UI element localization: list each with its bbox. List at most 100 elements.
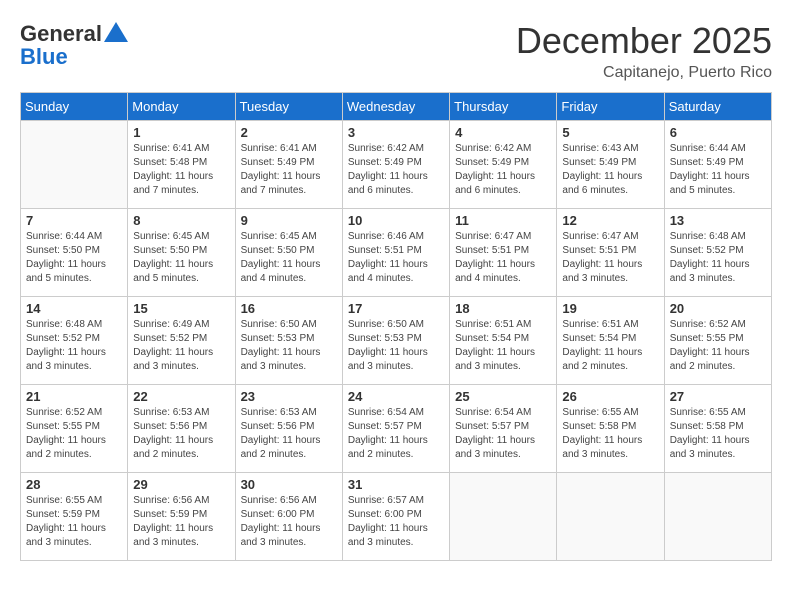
calendar-cell	[664, 473, 771, 561]
logo-text-blue: Blue	[20, 44, 130, 70]
calendar-cell: 8 Sunrise: 6:45 AMSunset: 5:50 PMDaylight…	[128, 209, 235, 297]
weekday-header-tuesday: Tuesday	[235, 93, 342, 121]
calendar-cell: 6 Sunrise: 6:44 AMSunset: 5:49 PMDaylight…	[664, 121, 771, 209]
calendar-cell: 15 Sunrise: 6:49 AMSunset: 5:52 PMDayligh…	[128, 297, 235, 385]
day-number: 20	[670, 301, 766, 316]
day-number: 15	[133, 301, 229, 316]
calendar-cell: 22Sunrise: 6:53 AMSunset: 5:56 PMDayligh…	[128, 385, 235, 473]
calendar-cell: 30Sunrise: 6:56 AMSunset: 6:00 PMDayligh…	[235, 473, 342, 561]
day-info: Sunrise: 6:48 AMSunset: 5:52 PMDaylight:…	[670, 230, 766, 286]
calendar-cell: 1 Sunrise: 6:41 AMSunset: 5:48 PMDaylight…	[128, 121, 235, 209]
calendar-week-3: 14 Sunrise: 6:48 AMSunset: 5:52 PMDayligh…	[21, 297, 772, 385]
day-number: 10	[348, 213, 444, 228]
calendar-cell: 5Sunrise: 6:43 AMSunset: 5:49 PMDaylight…	[557, 121, 664, 209]
day-info: Sunrise: 6:49 AMSunset: 5:52 PMDaylight:…	[133, 318, 229, 374]
day-number: 9	[241, 213, 337, 228]
day-number: 11	[455, 213, 551, 228]
day-number: 16	[241, 301, 337, 316]
calendar-cell: 21 Sunrise: 6:52 AMSunset: 5:55 PMDayligh…	[21, 385, 128, 473]
day-number: 12	[562, 213, 658, 228]
page-header: General Blue December 2025 Capitanejo, P…	[20, 20, 772, 82]
day-number: 18	[455, 301, 551, 316]
day-number: 4	[455, 125, 551, 140]
day-info: Sunrise: 6:52 AMSunset: 5:55 PMDaylight:…	[26, 406, 122, 462]
day-number: 21	[26, 389, 122, 404]
day-number: 5	[562, 125, 658, 140]
day-info: Sunrise: 6:52 AMSunset: 5:55 PMDaylight:…	[670, 318, 766, 374]
calendar-cell: 31Sunrise: 6:57 AMSunset: 6:00 PMDayligh…	[342, 473, 449, 561]
day-number: 30	[241, 477, 337, 492]
calendar-cell: 9Sunrise: 6:45 AMSunset: 5:50 PMDaylight…	[235, 209, 342, 297]
day-number: 17	[348, 301, 444, 316]
calendar-cell: 27 Sunrise: 6:55 AMSunset: 5:58 PMDayligh…	[664, 385, 771, 473]
title-area: December 2025 Capitanejo, Puerto Rico	[516, 20, 772, 82]
calendar-cell: 16 Sunrise: 6:50 AMSunset: 5:53 PMDayligh…	[235, 297, 342, 385]
calendar-cell: 20 Sunrise: 6:52 AMSunset: 5:55 PMDayligh…	[664, 297, 771, 385]
day-info: Sunrise: 6:55 AMSunset: 5:59 PMDaylight:…	[26, 494, 122, 550]
day-info: Sunrise: 6:50 AMSunset: 5:53 PMDaylight:…	[241, 318, 337, 374]
calendar-cell: 14 Sunrise: 6:48 AMSunset: 5:52 PMDayligh…	[21, 297, 128, 385]
calendar-cell: 3 Sunrise: 6:42 AMSunset: 5:49 PMDaylight…	[342, 121, 449, 209]
day-number: 29	[133, 477, 229, 492]
weekday-header-thursday: Thursday	[450, 93, 557, 121]
day-number: 27	[670, 389, 766, 404]
location-subtitle: Capitanejo, Puerto Rico	[516, 64, 772, 82]
day-info: Sunrise: 6:50 AMSunset: 5:53 PMDaylight:…	[348, 318, 444, 374]
day-info: Sunrise: 6:51 AMSunset: 5:54 PMDaylight:…	[562, 318, 658, 374]
day-info: Sunrise: 6:54 AMSunset: 5:57 PMDaylight:…	[455, 406, 551, 462]
day-info: Sunrise: 6:57 AMSunset: 6:00 PMDaylight:…	[348, 494, 444, 550]
calendar-cell: 23 Sunrise: 6:53 AMSunset: 5:56 PMDayligh…	[235, 385, 342, 473]
day-number: 7	[26, 213, 122, 228]
day-info: Sunrise: 6:42 AMSunset: 5:49 PMDaylight:…	[348, 142, 444, 198]
calendar-cell: 13 Sunrise: 6:48 AMSunset: 5:52 PMDayligh…	[664, 209, 771, 297]
day-number: 22	[133, 389, 229, 404]
logo: General Blue	[20, 20, 130, 70]
day-number: 6	[670, 125, 766, 140]
calendar-week-5: 28 Sunrise: 6:55 AMSunset: 5:59 PMDayligh…	[21, 473, 772, 561]
calendar-cell: 2 Sunrise: 6:41 AMSunset: 5:49 PMDaylight…	[235, 121, 342, 209]
calendar-cell: 29Sunrise: 6:56 AMSunset: 5:59 PMDayligh…	[128, 473, 235, 561]
calendar-cell	[450, 473, 557, 561]
day-number: 14	[26, 301, 122, 316]
day-number: 2	[241, 125, 337, 140]
weekday-header-monday: Monday	[128, 93, 235, 121]
day-info: Sunrise: 6:48 AMSunset: 5:52 PMDaylight:…	[26, 318, 122, 374]
calendar-cell: 28 Sunrise: 6:55 AMSunset: 5:59 PMDayligh…	[21, 473, 128, 561]
day-info: Sunrise: 6:54 AMSunset: 5:57 PMDaylight:…	[348, 406, 444, 462]
calendar-week-4: 21 Sunrise: 6:52 AMSunset: 5:55 PMDayligh…	[21, 385, 772, 473]
calendar-cell: 7 Sunrise: 6:44 AMSunset: 5:50 PMDaylight…	[21, 209, 128, 297]
day-number: 8	[133, 213, 229, 228]
day-number: 1	[133, 125, 229, 140]
day-number: 24	[348, 389, 444, 404]
day-number: 23	[241, 389, 337, 404]
calendar-cell: 4 Sunrise: 6:42 AMSunset: 5:49 PMDaylight…	[450, 121, 557, 209]
calendar-cell: 10Sunrise: 6:46 AMSunset: 5:51 PMDayligh…	[342, 209, 449, 297]
calendar-week-2: 7 Sunrise: 6:44 AMSunset: 5:50 PMDaylight…	[21, 209, 772, 297]
day-number: 26	[562, 389, 658, 404]
day-info: Sunrise: 6:51 AMSunset: 5:54 PMDaylight:…	[455, 318, 551, 374]
month-title: December 2025	[516, 20, 772, 62]
calendar-cell: 24 Sunrise: 6:54 AMSunset: 5:57 PMDayligh…	[342, 385, 449, 473]
day-info: Sunrise: 6:47 AMSunset: 5:51 PMDaylight:…	[562, 230, 658, 286]
day-info: Sunrise: 6:47 AMSunset: 5:51 PMDaylight:…	[455, 230, 551, 286]
day-info: Sunrise: 6:55 AMSunset: 5:58 PMDaylight:…	[670, 406, 766, 462]
day-info: Sunrise: 6:42 AMSunset: 5:49 PMDaylight:…	[455, 142, 551, 198]
logo-text-general: General	[20, 21, 102, 46]
weekday-header-wednesday: Wednesday	[342, 93, 449, 121]
calendar-week-1: 1 Sunrise: 6:41 AMSunset: 5:48 PMDaylight…	[21, 121, 772, 209]
day-info: Sunrise: 6:44 AMSunset: 5:49 PMDaylight:…	[670, 142, 766, 198]
day-number: 13	[670, 213, 766, 228]
calendar-header-row: SundayMondayTuesdayWednesdayThursdayFrid…	[21, 93, 772, 121]
calendar-cell	[557, 473, 664, 561]
calendar-cell: 11 Sunrise: 6:47 AMSunset: 5:51 PMDayligh…	[450, 209, 557, 297]
day-number: 28	[26, 477, 122, 492]
day-info: Sunrise: 6:44 AMSunset: 5:50 PMDaylight:…	[26, 230, 122, 286]
weekday-header-friday: Friday	[557, 93, 664, 121]
day-info: Sunrise: 6:53 AMSunset: 5:56 PMDaylight:…	[241, 406, 337, 462]
day-info: Sunrise: 6:45 AMSunset: 5:50 PMDaylight:…	[133, 230, 229, 286]
day-info: Sunrise: 6:41 AMSunset: 5:48 PMDaylight:…	[133, 142, 229, 198]
day-number: 3	[348, 125, 444, 140]
day-info: Sunrise: 6:41 AMSunset: 5:49 PMDaylight:…	[241, 142, 337, 198]
calendar-cell: 12 Sunrise: 6:47 AMSunset: 5:51 PMDayligh…	[557, 209, 664, 297]
calendar-table: SundayMondayTuesdayWednesdayThursdayFrid…	[20, 92, 772, 561]
